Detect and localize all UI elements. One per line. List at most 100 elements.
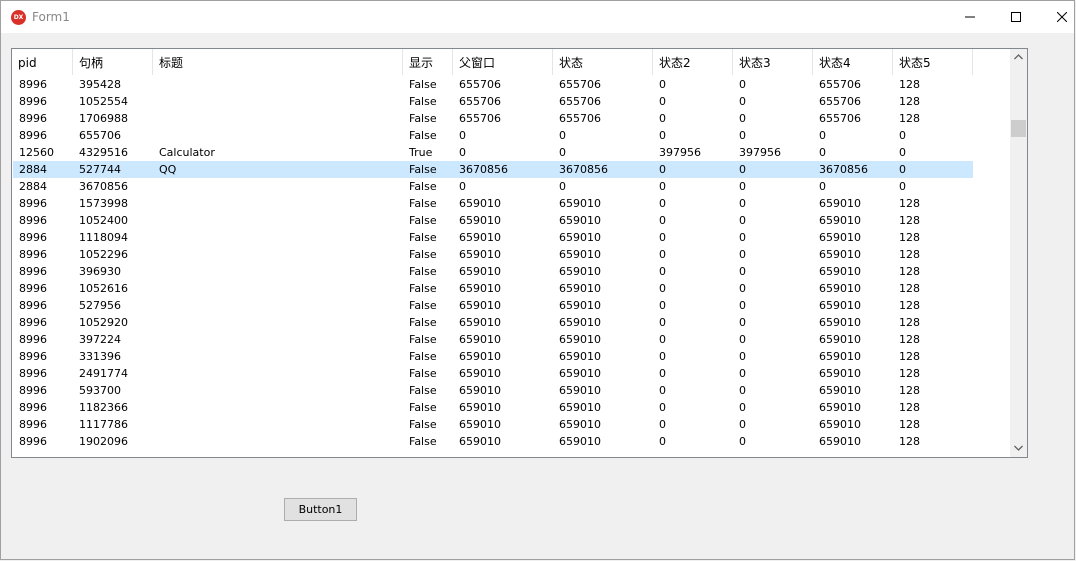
list-cell: 128 xyxy=(899,316,920,329)
column-header[interactable]: 句柄 xyxy=(73,49,153,75)
list-cell: False xyxy=(409,418,437,431)
list-cell: 128 xyxy=(899,197,920,210)
list-cell: 8996 xyxy=(19,248,47,261)
list-row[interactable]: 8996 1052616 False 659010 659010 0 0 659010 128 xyxy=(13,280,973,297)
list-cell: 128 xyxy=(899,333,920,346)
list-cell: 0 xyxy=(739,214,746,227)
list-row[interactable]: 8996 397224 False 659010 659010 0 0 659010 128 xyxy=(13,331,973,348)
title-bar[interactable]: DX Form1 xyxy=(1,1,1074,33)
list-cell: 128 xyxy=(899,435,920,448)
list-cell: 3670856 xyxy=(459,163,508,176)
list-cell: 128 xyxy=(899,265,920,278)
list-row[interactable]: 8996 1573998 False 659010 659010 0 0 659010 128 xyxy=(13,195,973,212)
list-cell: 396930 xyxy=(79,265,121,278)
list-cell xyxy=(153,297,403,314)
chevron-up-icon xyxy=(1014,54,1023,60)
list-cell: 0 xyxy=(559,129,566,142)
list-row[interactable]: 2884 3670856 False 0 0 0 0 0 0 xyxy=(13,178,973,195)
column-header[interactable]: 状态5 xyxy=(893,49,973,75)
list-cell xyxy=(153,127,403,144)
list-cell: 8996 xyxy=(19,418,47,431)
list-cell: 659010 xyxy=(819,367,861,380)
list-cell: 0 xyxy=(819,129,826,142)
list-row[interactable]: 8996 1182366 False 659010 659010 0 0 659010 128 xyxy=(13,399,973,416)
list-row[interactable]: 8996 1052296 False 659010 659010 0 0 659010 128 xyxy=(13,246,973,263)
list-cell xyxy=(153,382,403,399)
list-row[interactable]: 8996 593700 False 659010 659010 0 0 659010 128 xyxy=(13,382,973,399)
list-row[interactable]: 8996 2491774 False 659010 659010 0 0 659010 128 xyxy=(13,365,973,382)
list-cell: QQ xyxy=(159,163,177,176)
list-row[interactable]: 8996 1117786 False 659010 659010 0 0 659010 128 xyxy=(13,416,973,433)
list-cell: 659010 xyxy=(459,316,501,329)
list-row[interactable]: 8996 396930 False 659010 659010 0 0 659010 128 xyxy=(13,263,973,280)
list-cell: 397956 xyxy=(739,146,781,159)
list-cell: 0 xyxy=(899,129,906,142)
column-header[interactable]: 父窗口 xyxy=(453,49,553,75)
list-cell: 659010 xyxy=(819,214,861,227)
list-cell: 655706 xyxy=(459,112,501,125)
list-cell: 0 xyxy=(739,333,746,346)
column-header[interactable]: 状态2 xyxy=(653,49,733,75)
column-header[interactable]: 状态 xyxy=(553,49,653,75)
list-cell: 8996 xyxy=(19,265,47,278)
list-cell xyxy=(153,280,403,297)
window-list-view[interactable]: pid 句柄 标题 显示 父窗口 状态 状态2 状态3 状态4 状态5 8996 395428 Fal… xyxy=(11,48,1028,458)
maximize-button[interactable] xyxy=(993,1,1039,33)
column-header[interactable]: 状态4 xyxy=(813,49,893,75)
list-cell xyxy=(153,246,403,263)
list-cell: 659010 xyxy=(819,316,861,329)
list-cell: 655706 xyxy=(459,95,501,108)
list-row[interactable]: 8996 395428 False 655706 655706 0 0 655706 128 xyxy=(13,76,973,93)
list-cell: 0 xyxy=(739,231,746,244)
list-row[interactable]: 8996 1052554 False 655706 655706 0 0 655706 128 xyxy=(13,93,973,110)
list-row[interactable]: 8996 655706 False 0 0 0 0 0 0 xyxy=(13,127,973,144)
list-row[interactable]: 2884 527744 QQ False 3670856 3670856 0 0 3670856… xyxy=(13,161,973,178)
list-cell: 659010 xyxy=(459,214,501,227)
list-cell: 659010 xyxy=(459,350,501,363)
list-cell: 659010 xyxy=(559,248,601,261)
list-row[interactable]: 8996 1052920 False 659010 659010 0 0 659010 128 xyxy=(13,314,973,331)
list-row[interactable]: 8996 1052400 False 659010 659010 0 0 659010 128 xyxy=(13,212,973,229)
column-header[interactable]: pid xyxy=(12,49,73,75)
list-row[interactable]: 8996 527956 False 659010 659010 0 0 659010 128 xyxy=(13,297,973,314)
list-cell: 0 xyxy=(739,418,746,431)
list-row[interactable]: 12560 4329516 Calculator True 0 0 397956 397956… xyxy=(13,144,973,161)
list-cell: 0 xyxy=(659,367,666,380)
list-row[interactable]: 8996 1118094 False 659010 659010 0 0 659010 128 xyxy=(13,229,973,246)
list-cell xyxy=(153,229,403,246)
list-cell: 0 xyxy=(559,180,566,193)
scroll-down-button[interactable] xyxy=(1010,440,1027,457)
list-cell: 0 xyxy=(739,316,746,329)
list-row[interactable]: 8996 331396 False 659010 659010 0 0 659010 128 xyxy=(13,348,973,365)
button1[interactable]: Button1 xyxy=(284,498,357,521)
list-row[interactable]: 8996 1902096 False 659010 659010 0 0 659010 128 xyxy=(13,433,973,450)
column-header[interactable]: 显示 xyxy=(403,49,453,75)
list-cell: 659010 xyxy=(459,401,501,414)
list-cell: 659010 xyxy=(819,265,861,278)
scroll-up-button[interactable] xyxy=(1010,49,1027,66)
scrollbar-thumb[interactable] xyxy=(1011,120,1026,137)
vertical-scrollbar[interactable] xyxy=(1010,49,1027,457)
list-cell: 8996 xyxy=(19,299,47,312)
list-cell: 0 xyxy=(739,384,746,397)
list-cell: 0 xyxy=(659,112,666,125)
column-header[interactable]: 标题 xyxy=(153,49,403,75)
minimize-button[interactable] xyxy=(947,1,993,33)
list-cell: 1573998 xyxy=(79,197,128,210)
list-cell xyxy=(153,348,403,365)
list-row[interactable]: 8996 1706988 False 655706 655706 0 0 655706 128 xyxy=(13,110,973,127)
list-cell: 0 xyxy=(739,367,746,380)
list-cell: 0 xyxy=(659,299,666,312)
list-cell: 0 xyxy=(659,95,666,108)
list-cell: 1182366 xyxy=(79,401,128,414)
list-cell: 128 xyxy=(899,282,920,295)
list-cell: 655706 xyxy=(459,78,501,91)
list-cell: 0 xyxy=(559,146,566,159)
column-header[interactable]: 状态3 xyxy=(733,49,813,75)
list-cell: 128 xyxy=(899,418,920,431)
list-cell: False xyxy=(409,401,437,414)
list-cell: 527744 xyxy=(79,163,121,176)
list-cell: 0 xyxy=(739,129,746,142)
list-cell: 659010 xyxy=(819,197,861,210)
close-button[interactable] xyxy=(1039,1,1076,33)
